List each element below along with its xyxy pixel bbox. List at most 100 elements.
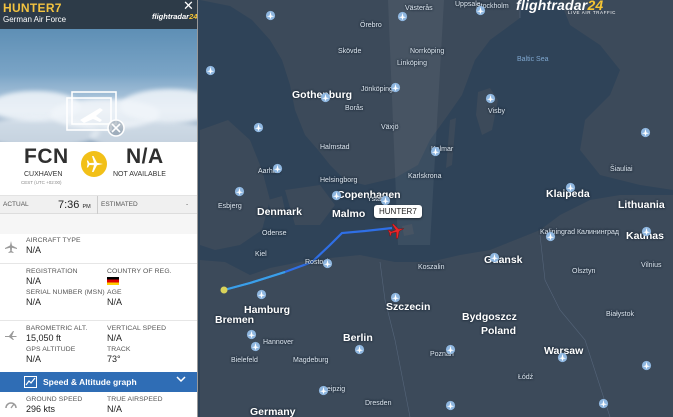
flight-details-panel: HUNTER7 German Air Force flightradar24 ✕…: [0, 0, 198, 417]
airport-pin-icon[interactable]: [430, 146, 441, 157]
airport-pin-icon[interactable]: [272, 163, 283, 174]
speed-altitude-graph-toggle[interactable]: Speed & Altitude graph: [0, 372, 197, 392]
route-plane-icon: [81, 151, 107, 177]
map-label-kiel: Kiel: [255, 251, 267, 258]
times-row: ACTUAL 7:36 PM ESTIMATED -: [0, 196, 197, 214]
flight-callsign: HUNTER7: [3, 1, 62, 15]
map-label-poland: Poland: [481, 325, 517, 337]
airport-pin-icon[interactable]: [397, 11, 408, 22]
panel-header: HUNTER7 German Air Force flightradar24 ✕: [0, 0, 197, 29]
airport-pin-icon[interactable]: [256, 289, 267, 300]
airport-pin-icon[interactable]: [445, 344, 456, 355]
map-label-siauliai: Šiauliai: [610, 166, 633, 173]
airport-pin-icon[interactable]: [390, 292, 401, 303]
serial-value: N/A: [26, 297, 42, 307]
map-label-esbjerg: Esbjerg: [218, 203, 242, 210]
actual-label: ACTUAL: [3, 201, 29, 208]
true-airspeed-value: N/A: [107, 404, 123, 414]
airport-pin-icon[interactable]: [265, 10, 276, 21]
airport-pin-icon[interactable]: [320, 92, 331, 103]
map-label-germany: Germany: [250, 406, 296, 417]
age-label: AGE: [107, 289, 122, 296]
logo-subtitle: LIVE AIR TRAFFIC: [568, 10, 617, 15]
map-label-vasteras: Västerås: [405, 5, 433, 12]
speedometer-icon: [5, 402, 17, 409]
registration-section: REGISTRATION N/A COUNTRY OF REG. SERIAL …: [0, 264, 197, 321]
map-label-karlskrona: Karlskrona: [408, 173, 442, 180]
estimated-label: ESTIMATED: [101, 201, 138, 208]
true-airspeed-label: TRUE AIRSPEED: [107, 396, 163, 403]
selected-aircraft-icon[interactable]: [387, 222, 405, 240]
flight-operator: German Air Force: [3, 15, 67, 24]
airport-pin-icon[interactable]: [557, 352, 568, 363]
map-label-baltic-sea: Baltic Sea: [517, 56, 549, 63]
ground-speed-value: 296 kts: [26, 404, 56, 414]
actual-time-value: 7:36: [58, 199, 80, 211]
map-label-vaxjo: Växjö: [381, 124, 399, 131]
airport-pin-icon[interactable]: [354, 344, 365, 355]
aircraft-icon: [5, 241, 17, 253]
map-label-boras: Borås: [345, 105, 364, 112]
airport-pin-icon[interactable]: [475, 5, 486, 16]
airport-pin-icon[interactable]: [545, 231, 556, 242]
map-label-skovde: Skövde: [338, 48, 362, 55]
airport-pin-icon[interactable]: [253, 122, 264, 133]
close-icon[interactable]: ✕: [183, 0, 194, 14]
map-label-denmark: Denmark: [257, 206, 302, 218]
map-label-koszalin: Koszalin: [418, 264, 445, 271]
airport-pin-icon[interactable]: [250, 341, 261, 352]
actual-time: 7:36 PM: [58, 196, 91, 216]
airport-pin-icon[interactable]: [390, 82, 401, 93]
map-label-lithuania: Lithuania: [618, 199, 665, 211]
origin-code[interactable]: FCN: [24, 145, 69, 169]
airport-pin-icon[interactable]: [641, 360, 652, 371]
barometric-altitude-label: BAROMETRIC ALT.: [26, 325, 88, 332]
destination-city: NOT AVAILABLE: [113, 171, 166, 178]
route-section: FCN CUXHAVEN CEST (UTC +02:00) N/A NOT A…: [0, 142, 197, 196]
airport-pin-icon[interactable]: [234, 186, 245, 197]
germany-flag-icon: [107, 277, 119, 285]
gps-altitude-value: N/A: [26, 354, 42, 364]
map-label-norrkoping: Norrköping: [410, 48, 445, 55]
airport-pin-icon[interactable]: [322, 258, 333, 269]
graph-label: Speed & Altitude graph: [43, 377, 137, 387]
airport-pin-icon[interactable]: [445, 400, 456, 411]
map-label-helsingborg: Helsingborg: [320, 177, 358, 184]
map-label-olsztyn: Olsztyn: [572, 268, 596, 275]
map-label-visby: Visby: [488, 108, 505, 115]
airport-pin-icon[interactable]: [205, 65, 216, 76]
ground-speed-label: GROUND SPEED: [26, 396, 83, 403]
country-label: COUNTRY OF REG.: [107, 268, 172, 275]
track-label: TRACK: [107, 346, 131, 353]
map-label-magdeburg: Magdeburg: [293, 357, 329, 364]
actual-time-ampm: PM: [82, 204, 91, 210]
vertical-speed-label: VERTICAL SPEED: [107, 325, 167, 332]
chevron-down-icon: [176, 375, 186, 385]
airport-pin-icon[interactable]: [489, 252, 500, 263]
map-label-linkoping: Linköping: [397, 60, 427, 67]
destination-code: N/A: [126, 145, 164, 168]
airport-pin-icon[interactable]: [565, 182, 576, 193]
altitude-section: BAROMETRIC ALT. 15,050 ft VERTICAL SPEED…: [0, 321, 197, 376]
origin-timezone: CEST (UTC +02:00): [21, 180, 62, 185]
map-label-bremen: Bremen: [215, 314, 255, 326]
airport-pin-icon[interactable]: [485, 93, 496, 104]
registration-label: REGISTRATION: [26, 268, 78, 275]
map-label-lodz: Łódź: [518, 374, 534, 381]
airport-pin-icon[interactable]: [318, 385, 329, 396]
registration-value: N/A: [26, 276, 42, 286]
no-image-icon: [66, 91, 125, 137]
age-value: N/A: [107, 297, 123, 307]
map-label-berlin: Berlin: [343, 332, 373, 344]
estimated-value: -: [186, 201, 189, 208]
speed-section: GROUND SPEED 296 kts TRUE AIRSPEED N/A: [0, 392, 197, 417]
vertical-speed-value: N/A: [107, 333, 123, 343]
aircraft-type-value: N/A: [26, 245, 42, 255]
airport-pin-icon[interactable]: [331, 190, 342, 201]
airport-pin-icon[interactable]: [246, 329, 257, 340]
selected-flight-label[interactable]: HUNTER7: [374, 205, 422, 218]
map-label-odense: Odense: [262, 230, 287, 237]
airport-pin-icon[interactable]: [598, 398, 609, 409]
airport-pin-icon[interactable]: [641, 226, 652, 237]
airport-pin-icon[interactable]: [640, 127, 651, 138]
